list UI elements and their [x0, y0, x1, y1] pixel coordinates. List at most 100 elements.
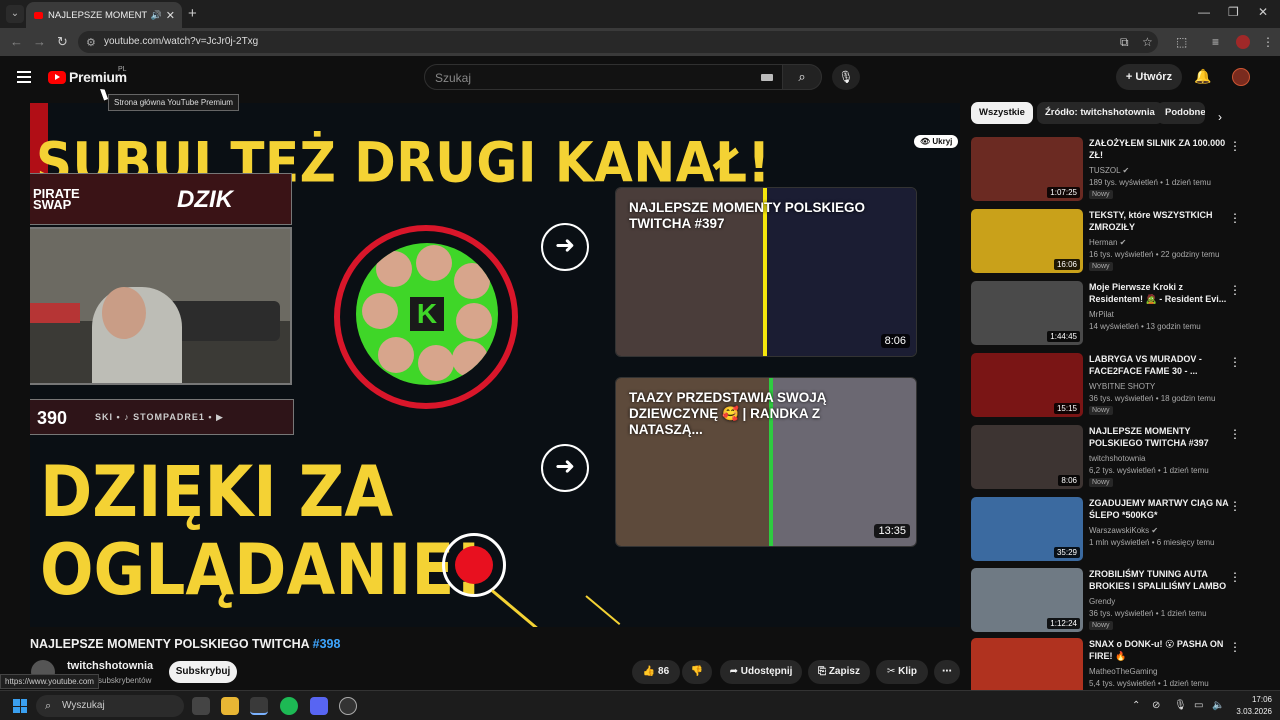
video-title[interactable]: ZGADUJEMY MARTWY CIĄG NA ŚLEPO *500KG*	[1089, 497, 1229, 521]
endscreen-video-1[interactable]: NAJLEPSZE MOMENTY POLSKIEGO TWITCHA #397…	[615, 187, 917, 357]
channel-name[interactable]: Herman ✔	[1089, 238, 1126, 247]
channel-name[interactable]: MrPilat	[1089, 310, 1114, 319]
chevron-right-icon[interactable]: ›	[1218, 110, 1222, 124]
install-app-icon[interactable]: ⧉	[1120, 35, 1129, 50]
taskbar-search[interactable]: ⌕ Wyszukaj	[36, 695, 184, 717]
more-options-icon[interactable]: ⋮	[1229, 139, 1241, 153]
save-button[interactable]: ⎘ Zapisz	[808, 660, 870, 684]
video-title[interactable]: LABRYGA VS MURADOV - FACE2FACE FAME 30 -…	[1089, 353, 1229, 377]
video-thumbnail[interactable]: 1:12:24	[971, 568, 1083, 632]
notifications-bell-icon[interactable]: 🔔	[1194, 68, 1211, 85]
chip-source[interactable]: Źródło: twitchshotownia	[1037, 102, 1163, 124]
extensions-icon[interactable]: ⬚	[1176, 35, 1187, 49]
more-options-icon[interactable]: ⋮	[1229, 211, 1241, 225]
restore-icon[interactable]: ❐	[1228, 5, 1239, 19]
recommendation-item[interactable]: 16:06 TEKSTY, które WSZYSTKICH ZMROZIŁY He…	[971, 209, 1261, 273]
second-channel-avatar[interactable]: K	[356, 243, 498, 385]
more-options-icon[interactable]: ⋮	[1229, 499, 1241, 513]
display-icon[interactable]: ▭	[1194, 700, 1203, 711]
site-info-icon[interactable]: ⚙	[86, 36, 96, 49]
youtube-logo[interactable]: Premium PL	[48, 66, 127, 85]
video-thumbnail[interactable]: 16:06	[971, 209, 1083, 273]
channel-name[interactable]: TUSZOL ✔	[1089, 166, 1129, 175]
address-bar[interactable]: ⚙ youtube.com/watch?v=JcJr0j-2Txg ⧉ ☆	[78, 31, 1158, 53]
task-view-icon[interactable]	[192, 697, 210, 715]
video-title[interactable]: ZROBILIŚMY TUNING AUTA BROKIES I SPALILI…	[1089, 568, 1229, 592]
tab-list-button[interactable]: ⌄	[6, 5, 24, 23]
close-tab-icon[interactable]: ✕	[166, 9, 175, 22]
like-button[interactable]: 👍 86	[632, 660, 680, 684]
more-options-icon[interactable]: ⋮	[1229, 570, 1241, 584]
video-title[interactable]: NAJLEPSZE MOMENTY POLSKIEGO TWITCHA #397	[1089, 425, 1229, 449]
app-icon[interactable]	[339, 697, 357, 715]
network-icon[interactable]: ⊘	[1152, 700, 1160, 711]
more-options-icon[interactable]: ⋮	[1229, 355, 1241, 369]
chip-similar[interactable]: Podobne	[1157, 102, 1205, 124]
video-thumbnail[interactable]: 35:29	[971, 497, 1083, 561]
video-title[interactable]: TEKSTY, które WSZYSTKICH ZMROZIŁY	[1089, 209, 1229, 233]
video-title[interactable]: Moje Pierwsze Kroki z Residentem! 🧟 - Re…	[1089, 281, 1229, 305]
recommendation-item[interactable]: 8:06 NAJLEPSZE MOMENTY POLSKIEGO TWITCHA …	[971, 425, 1261, 489]
video-thumbnail[interactable]: 15:15	[971, 353, 1083, 417]
mic-tray-icon[interactable]: 🎙	[1174, 700, 1187, 711]
more-options-icon[interactable]: ⋮	[1229, 283, 1241, 297]
video-thumbnail[interactable]: 1:44:45	[971, 281, 1083, 345]
subscribe-button[interactable]: Subskrybuj	[169, 661, 237, 683]
chip-all[interactable]: Wszystkie	[971, 102, 1033, 124]
endscreen-video-2[interactable]: TAAZY PRZEDSTAWIA SWOJĄ DZIEWCZYNĘ 🥰 | R…	[615, 377, 917, 547]
search-button[interactable]: ⌕	[782, 64, 822, 90]
channel-name[interactable]: Grendy	[1089, 597, 1115, 606]
chrome-icon[interactable]	[250, 697, 268, 715]
browser-profile-avatar[interactable]	[1236, 35, 1250, 49]
dislike-button[interactable]: 👎	[682, 660, 712, 684]
video-title[interactable]: SNAX o DONK-u! 😮 PASHA ON FIRE! 🔥	[1089, 638, 1229, 662]
speaker-icon[interactable]: 🔊	[151, 10, 162, 21]
channel-name[interactable]: MatheoTheGaming	[1089, 667, 1157, 676]
video-thumbnail[interactable]: 1:07:25	[971, 137, 1083, 201]
channel-name[interactable]: WarszawskiKoks ✔	[1089, 526, 1158, 535]
share-button[interactable]: ➦ Udostępnij	[720, 660, 802, 684]
reload-icon[interactable]: ↻	[57, 34, 68, 50]
more-options-icon[interactable]: ⋮	[1229, 427, 1241, 441]
forward-icon[interactable]: →	[33, 34, 46, 49]
voice-search-button[interactable]: 🎙	[832, 64, 860, 90]
menu-icon[interactable]	[17, 71, 31, 86]
system-clock[interactable]: 17:06 3.03.2026	[1228, 694, 1272, 718]
channel-name[interactable]: WYBITNE SHOTY	[1089, 382, 1155, 391]
search-input[interactable]: Szukaj	[424, 64, 784, 90]
tray-overflow-icon[interactable]: ⌃	[1132, 700, 1140, 711]
hashtag-link[interactable]: #398	[313, 637, 341, 651]
more-actions-button[interactable]: ⋯	[934, 660, 960, 684]
recommendation-item[interactable]: 1:12:24 ZROBILIŚMY TUNING AUTA BROKIES I …	[971, 568, 1261, 632]
recommendation-item[interactable]: 35:29 ZGADUJEMY MARTWY CIĄG NA ŚLEPO *500…	[971, 497, 1261, 561]
browser-menu-icon[interactable]: ⋮	[1262, 35, 1274, 49]
discord-icon[interactable]	[310, 697, 328, 715]
bookmark-star-icon[interactable]: ☆	[1142, 35, 1153, 49]
video-title[interactable]: ZAŁOŻYŁEM SILNIK ZA 100.000 ZŁ!	[1089, 137, 1229, 161]
browser-tab[interactable]: NAJLEPSZE MOMENTY POL 🔊 ✕	[26, 2, 182, 28]
channel-name[interactable]: twitchshotownia	[1089, 454, 1145, 463]
new-tab-button[interactable]: +	[188, 5, 197, 22]
video-player[interactable]: SUBUJ TEŻ DRUGI KANAŁ! 👁 Ukryj PIRATE SWA…	[30, 103, 960, 627]
clip-button[interactable]: ✂ Klip	[876, 660, 928, 684]
arrow-right-icon: ➜	[541, 444, 589, 492]
keyboard-icon[interactable]	[761, 74, 773, 81]
channel-name[interactable]: twitchshotownia	[67, 660, 153, 672]
recommendation-item[interactable]: 15:15 LABRYGA VS MURADOV - FACE2FACE FAME…	[971, 353, 1261, 417]
volume-icon[interactable]: 🔈	[1212, 700, 1224, 711]
file-explorer-icon[interactable]	[221, 697, 239, 715]
media-control-icon[interactable]: ≡	[1212, 35, 1219, 49]
recommendation-item[interactable]: 1:07:25 ZAŁOŻYŁEM SILNIK ZA 100.000 ZŁ! TU…	[971, 137, 1261, 201]
spotify-icon[interactable]	[280, 697, 298, 715]
more-options-icon[interactable]: ⋮	[1229, 640, 1241, 654]
hide-endscreen-button[interactable]: 👁 Ukryj	[914, 135, 959, 148]
minimize-icon[interactable]: —	[1198, 5, 1210, 19]
windows-start-icon[interactable]	[13, 699, 27, 713]
account-avatar[interactable]	[1232, 68, 1250, 86]
endcard-title: NAJLEPSZE MOMENTY POLSKIEGO TWITCHA #397	[629, 200, 866, 231]
back-icon[interactable]: ←	[10, 34, 23, 49]
create-button[interactable]: + Utwórz	[1116, 64, 1182, 90]
video-thumbnail[interactable]: 8:06	[971, 425, 1083, 489]
recommendation-item[interactable]: 1:44:45 Moje Pierwsze Kroki z Residentem!…	[971, 281, 1261, 345]
close-window-icon[interactable]: ✕	[1258, 5, 1268, 19]
